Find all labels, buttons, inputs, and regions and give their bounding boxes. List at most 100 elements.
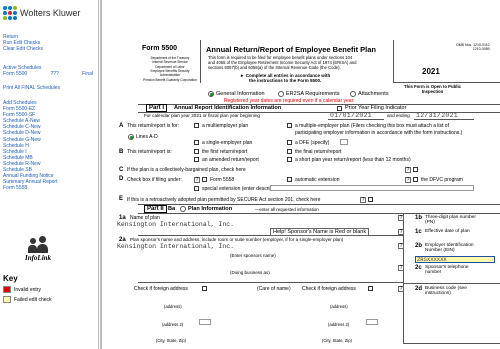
line-2a-text: Plan sponsor's name and address; include… [130, 237, 344, 242]
state-select[interactable] [366, 319, 378, 325]
divider [393, 82, 500, 83]
short-plan-year-label: a short plan year return/report (less th… [295, 157, 411, 163]
final-return-checkbox[interactable] [287, 149, 292, 154]
special-extension-checkbox[interactable] [194, 186, 199, 191]
key-title: Key [3, 274, 18, 283]
sponsor-name-input[interactable]: Kensington International, Inc. [117, 243, 234, 250]
collectively-bargained-checkbox[interactable] [413, 167, 418, 172]
infolink-logo[interactable]: InfoLink [14, 236, 62, 262]
nav-print: Print All FINAL Schedules [3, 85, 60, 91]
help-question-icon[interactable]: ? [360, 197, 366, 203]
single-employer-plan-checkbox[interactable] [194, 140, 199, 145]
secure-act-checkbox[interactable] [368, 197, 373, 202]
form-year: 2021 [422, 67, 440, 76]
state-select[interactable] [199, 319, 211, 325]
amended-return-checkbox[interactable] [194, 157, 199, 162]
divider [138, 282, 403, 283]
ein-input[interactable]: ZRSXXXXXX [415, 256, 495, 263]
omb-line: 1210-0089 [472, 47, 490, 52]
tab-erisa[interactable]: ER2SA Requirements [286, 91, 340, 97]
automatic-extension-checkbox[interactable] [287, 177, 292, 182]
care-of-label: (Care of name) [257, 286, 291, 292]
divider [138, 213, 500, 214]
sponsor-name-label: (Enter sponsors name) [230, 253, 276, 258]
omb-numbers: OMB Nos. 1210-0110 1210-0089 [456, 43, 490, 51]
plan-name-input[interactable]: Kensington International, Inc. [117, 221, 234, 228]
line-d-letter: D [119, 176, 124, 182]
active-status-link[interactable]: ??? [51, 71, 59, 77]
key-invalid-row: Invalid entry [3, 286, 52, 293]
foreign-address-checkbox-2[interactable] [368, 286, 373, 291]
agency-block: Department of the Treasury Internal Reve… [142, 56, 198, 82]
prior-year-checkbox[interactable] [337, 106, 342, 111]
first-return-checkbox[interactable] [194, 149, 199, 154]
dfe-specify-select[interactable] [340, 139, 348, 145]
help-question-icon[interactable]: ? [405, 177, 411, 183]
dfe-checkbox[interactable] [287, 140, 292, 145]
city-state-zip-label: (City, State, Zip) [156, 338, 186, 343]
brand-logo: Wolters Kluwer [3, 4, 93, 22]
address2-label: (address 2) [162, 322, 184, 327]
key-failed-label: Failed edit check [14, 296, 52, 303]
line-2c-text-line: number [425, 270, 442, 276]
help-question-icon[interactable]: ? [194, 177, 200, 183]
tab-attachments-radio[interactable] [350, 91, 356, 97]
special-extension-description-input[interactable] [270, 185, 474, 191]
first-return-label: the first return/report [202, 149, 248, 155]
and-ending-text: and ending [387, 113, 410, 118]
form-5558-label: Form 5558 [210, 177, 235, 183]
active-form-5500-link[interactable]: Form 5500 [3, 71, 27, 77]
plan-year-begin-input[interactable]: 01/01/2021 [330, 112, 372, 119]
single-employer-plan-label: a single-employer plan [202, 140, 253, 146]
divider [403, 283, 500, 284]
help-question-icon[interactable]: ? [398, 243, 404, 249]
help-question-icon[interactable]: ? [405, 167, 411, 173]
help-question-icon[interactable]: ? [398, 265, 404, 271]
tab-general-radio[interactable] [208, 91, 214, 97]
description-line: sections 6057(b) and 6058(a) of the Inte… [208, 65, 341, 71]
final-return-label: the final return/report [295, 149, 342, 155]
wolters-kluwer-logo-icon [3, 6, 17, 20]
dfvc-checkbox[interactable] [413, 177, 418, 182]
help-question-icon[interactable]: ? [398, 286, 404, 292]
tab-attachments[interactable]: Attachments [358, 91, 389, 97]
instruction-line: the instructions to the Form 5500. [248, 78, 322, 84]
line-1b-text: Three-digit plan number (PN) [425, 215, 476, 226]
multiple-employer-plan-checkbox[interactable] [287, 123, 292, 128]
foreign-address-label-2: Check if foreign address [302, 286, 356, 292]
line-2d-text-line: instructions) [425, 291, 451, 297]
line-2b-text: Employer Identification Number (EIN) [425, 243, 474, 254]
sponsor-help-tooltip[interactable]: Help! Sponsor's Name is Red or blank [270, 228, 370, 236]
complete-instructions: ► Complete all entries in accordance wit… [240, 73, 330, 83]
line-1b-number: 1b [415, 215, 423, 221]
plan-year-end-input[interactable]: 12/31/2021 [416, 112, 458, 119]
part1-title: Annual Report Identification Information [174, 105, 282, 111]
line-c-text: If the plan is a collectively-bargained … [127, 167, 246, 173]
vertical-scrollbar[interactable] [100, 0, 102, 349]
foreign-address-label-1: Check if foreign address [134, 286, 188, 292]
form-5558-checkbox[interactable] [202, 177, 207, 182]
foreign-address-checkbox-1[interactable] [202, 286, 207, 291]
part2-radio[interactable] [180, 206, 186, 212]
line-b-letter: B [119, 149, 124, 155]
part2-subtitle: —enter all requested information [255, 207, 319, 212]
line-a-letter: A [119, 123, 124, 129]
short-plan-year-checkbox[interactable] [287, 157, 292, 162]
help-question-icon[interactable]: ? [398, 215, 404, 221]
legend-key: Key Invalid entry Failed edit check [3, 274, 52, 306]
dfvc-label: the DFVC program [421, 177, 463, 183]
nav-clear-edit-checks-link[interactable]: Clear Edit Checks [3, 46, 43, 52]
line-c-letter: C [119, 167, 124, 173]
line-d-text: Check box if filing under: [127, 177, 182, 183]
multiemployer-plan-checkbox[interactable] [194, 123, 199, 128]
print-all-final-link[interactable]: Print All FINAL Schedules [3, 85, 60, 91]
line-1c-number: 1c [415, 229, 422, 235]
active-final-link[interactable]: Final [82, 71, 93, 77]
tab-general[interactable]: General Information [216, 91, 265, 97]
dfe-label: a DFE (specify) [295, 140, 330, 146]
tab-erisa-radio[interactable] [278, 91, 284, 97]
brand-name: Wolters Kluwer [20, 8, 81, 18]
lines-a-d-radio[interactable] [128, 134, 134, 140]
add-schedule-link[interactable]: Form 5558 [3, 185, 57, 191]
nav-add-schedules: Add Schedules Form 5500-EZ Form 5500-SF … [3, 100, 57, 191]
